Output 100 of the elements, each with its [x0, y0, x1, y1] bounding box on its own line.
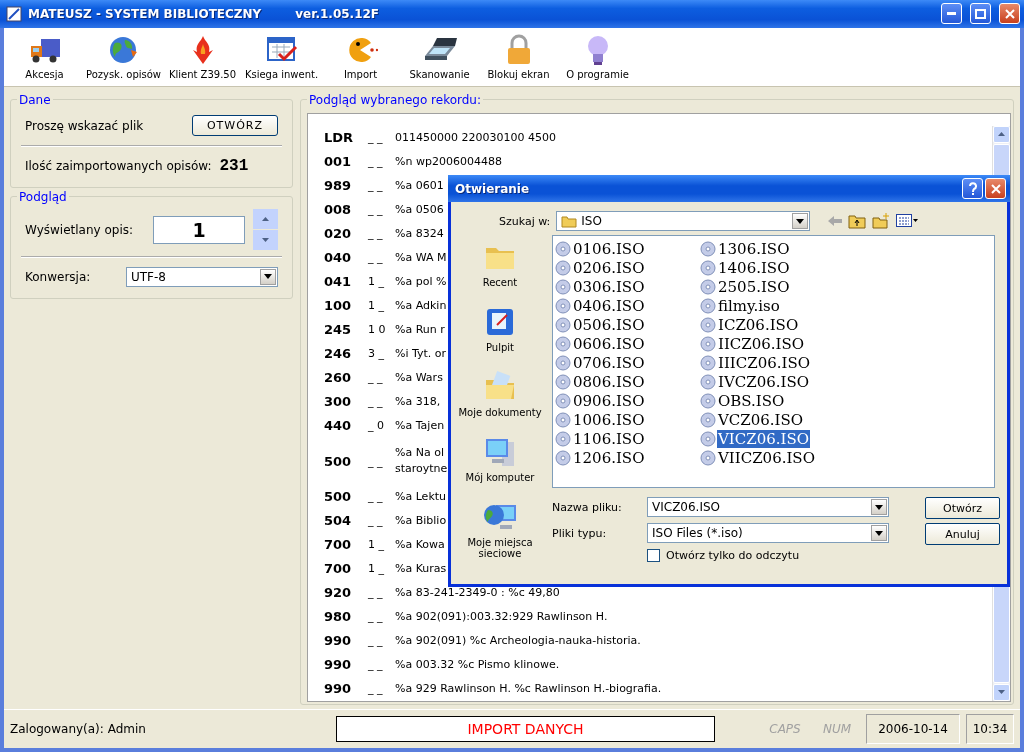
- field-tag: 990: [324, 633, 368, 649]
- field-tag: 990: [324, 681, 368, 697]
- look-in-dropdown[interactable]: ISO: [556, 211, 811, 231]
- file-item[interactable]: 0406.ISO: [572, 296, 646, 315]
- dropdown-arrow-icon: [264, 274, 272, 280]
- file-item[interactable]: 1406.ISO: [717, 258, 791, 277]
- close-button[interactable]: [985, 178, 1006, 199]
- group-title: Podgląd wybranego rekordu:: [308, 92, 482, 107]
- version-label: ver.1.05.12F: [295, 6, 380, 21]
- open-button[interactable]: OTWÓRZ: [191, 115, 278, 137]
- displayed-record-label: Wyświetlany opis:: [25, 222, 134, 237]
- maximize-button[interactable]: [970, 3, 991, 25]
- indicators: _ _: [368, 658, 384, 672]
- field-value: %a Tajen: [395, 417, 445, 434]
- help-icon: [967, 182, 978, 195]
- minimize-button[interactable]: [941, 3, 962, 25]
- new-folder-icon[interactable]: [872, 213, 891, 229]
- disc-icon: [555, 373, 571, 390]
- field-value: %a 8324: [395, 225, 444, 242]
- file-item[interactable]: 1306.ISO: [717, 239, 791, 258]
- file-item[interactable]: 1106.ISO: [572, 429, 646, 448]
- toolbar-button[interactable]: Pozysk. opisów: [84, 31, 163, 86]
- disc-icon: [555, 316, 571, 333]
- spin-up-button[interactable]: [253, 209, 278, 230]
- group-title: Dane: [18, 92, 52, 107]
- file-item[interactable]: filmy.iso: [717, 296, 781, 315]
- count-value: 231: [219, 156, 249, 175]
- maximize-icon: [975, 8, 986, 19]
- file-item[interactable]: VIICZ06.ISO: [717, 448, 816, 467]
- file-item[interactable]: 0806.ISO: [572, 372, 646, 391]
- field-tag: LDR: [324, 130, 368, 146]
- down-arrow-icon[interactable]: [998, 690, 1005, 695]
- disc-icon: [700, 278, 716, 295]
- count-label: Ilość zaimportowanych opisów:: [25, 158, 212, 173]
- file-item[interactable]: 0206.ISO: [572, 258, 646, 277]
- places-shortcut[interactable]: Moje dokumenty: [453, 369, 547, 428]
- indicators: _ _: [368, 610, 384, 624]
- field-tag: 500: [324, 453, 368, 469]
- cancel-button[interactable]: Anuluj: [925, 523, 1000, 545]
- places-shortcut[interactable]: Mój komputer: [453, 434, 547, 493]
- file-item[interactable]: OBS.ISO: [717, 391, 786, 410]
- file-item[interactable]: ICZ06.ISO: [717, 315, 800, 334]
- disc-icon: [700, 411, 716, 428]
- file-item[interactable]: IIICZ06.ISO: [717, 353, 812, 372]
- file-type-dropdown[interactable]: ISO Files (*.iso): [647, 523, 889, 543]
- toolbar-button[interactable]: Skanowanie: [400, 31, 479, 86]
- indicators: _ 0: [368, 419, 385, 433]
- record-number-field[interactable]: 1: [153, 215, 245, 244]
- field-value: 011450000 220030100 4500: [395, 129, 556, 146]
- toolbar-button[interactable]: Akcesja: [5, 31, 84, 86]
- file-item[interactable]: IVCZ06.ISO: [717, 372, 810, 391]
- field-tag: 990: [324, 657, 368, 673]
- field-tag: 040: [324, 250, 368, 266]
- disc-icon: [555, 411, 571, 428]
- field-tag: 500: [324, 489, 368, 505]
- file-item[interactable]: 2505.ISO: [717, 277, 791, 296]
- field-value: %a Adkin: [395, 297, 447, 314]
- places-shortcut[interactable]: Pulpit: [453, 304, 547, 363]
- help-button[interactable]: [962, 178, 983, 199]
- time-panel: 10:34: [966, 713, 1014, 744]
- indicators: _ _: [368, 179, 384, 193]
- file-item[interactable]: 0606.ISO: [572, 334, 646, 353]
- file-item[interactable]: 0506.ISO: [572, 315, 646, 334]
- field-value: %a 902(091):003.32:929 Rawlinson H.: [395, 608, 608, 625]
- toolbar-button[interactable]: Ksiega inwent.: [242, 31, 321, 86]
- field-tag: 001: [324, 154, 368, 170]
- spin-down-button[interactable]: [253, 230, 278, 251]
- toolbar-button[interactable]: O programie: [558, 31, 637, 86]
- disc-icon: [700, 297, 716, 314]
- file-item[interactable]: 0106.ISO: [572, 239, 646, 258]
- field-tag: 989: [324, 178, 368, 194]
- readonly-label: Otwórz tylko do odczytu: [666, 549, 800, 562]
- file-item[interactable]: VICZ06.ISO: [717, 429, 810, 448]
- places-shortcut[interactable]: Moje miejsca sieciowe: [453, 499, 547, 559]
- toolbar-button[interactable]: Import: [321, 31, 400, 86]
- readonly-checkbox[interactable]: [647, 549, 660, 562]
- toolbar-button[interactable]: Klient Z39.50: [163, 31, 242, 86]
- disc-icon: [555, 335, 571, 352]
- conversion-dropdown[interactable]: UTF-8: [126, 266, 278, 287]
- view-menu-icon[interactable]: [896, 214, 919, 228]
- date-panel: 2006-10-14: [866, 713, 960, 744]
- disc-icon: [555, 430, 571, 447]
- close-button[interactable]: [999, 3, 1020, 25]
- file-item[interactable]: 0706.ISO: [572, 353, 646, 372]
- up-folder-icon[interactable]: [848, 213, 867, 229]
- places-shortcut[interactable]: Recent: [453, 239, 547, 298]
- file-item[interactable]: 0306.ISO: [572, 277, 646, 296]
- file-item[interactable]: VCZ06.ISO: [717, 410, 805, 429]
- open-file-button[interactable]: Otwórz: [925, 497, 1000, 519]
- field-value: %a pol %: [395, 273, 447, 290]
- filename-field[interactable]: VICZ06.ISO: [647, 497, 889, 517]
- file-item[interactable]: IICZ06.ISO: [717, 334, 806, 353]
- toolbar-button[interactable]: Blokuj ekran: [479, 31, 558, 86]
- file-item[interactable]: 0906.ISO: [572, 391, 646, 410]
- file-item[interactable]: 1206.ISO: [572, 448, 646, 467]
- file-item[interactable]: 1006.ISO: [572, 410, 646, 429]
- filename-label: Nazwa pliku:: [552, 500, 623, 514]
- up-arrow-icon[interactable]: [998, 132, 1005, 137]
- look-in-label: Szukaj w:: [499, 214, 551, 228]
- minimize-icon: [947, 12, 956, 16]
